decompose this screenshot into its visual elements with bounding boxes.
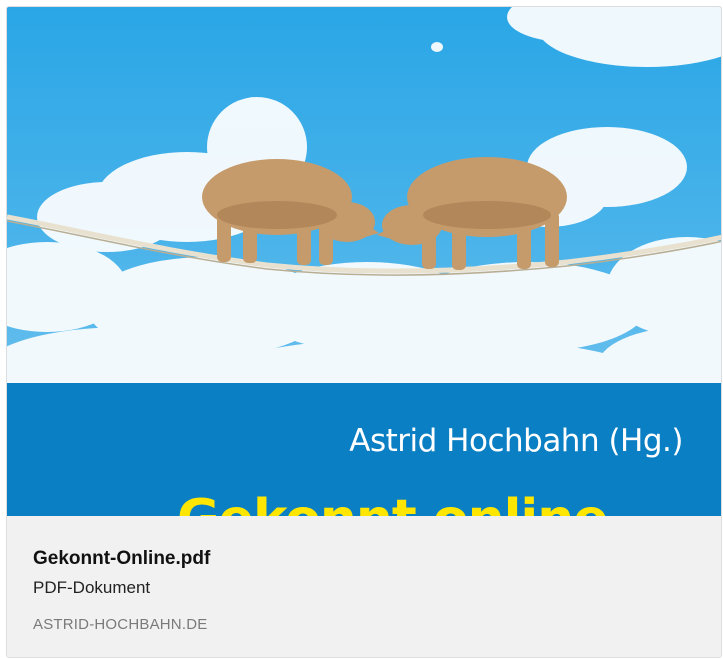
source-domain: ASTRID-HOCHBAHN.DE: [33, 616, 208, 633]
cover-title-band: Astrid Hochbahn (Hg.) Gekonnt online: [7, 383, 721, 516]
file-type: PDF-Dokument: [33, 578, 151, 597]
file-name[interactable]: Gekonnt-Online.pdf: [33, 548, 210, 570]
rhinos-on-tightrope-illustration: [7, 7, 721, 387]
pdf-attachment-card[interactable]: Astrid Hochbahn (Hg.) Gekonnt online Gek…: [6, 6, 722, 658]
pdf-cover-thumbnail[interactable]: Astrid Hochbahn (Hg.) Gekonnt online: [7, 7, 721, 516]
attachment-meta: Gekonnt-Online.pdf PDF-Dokument ASTRID-H…: [7, 516, 721, 657]
cover-title: Gekonnt online: [177, 489, 609, 516]
cover-author: Astrid Hochbahn (Hg.): [349, 423, 683, 459]
